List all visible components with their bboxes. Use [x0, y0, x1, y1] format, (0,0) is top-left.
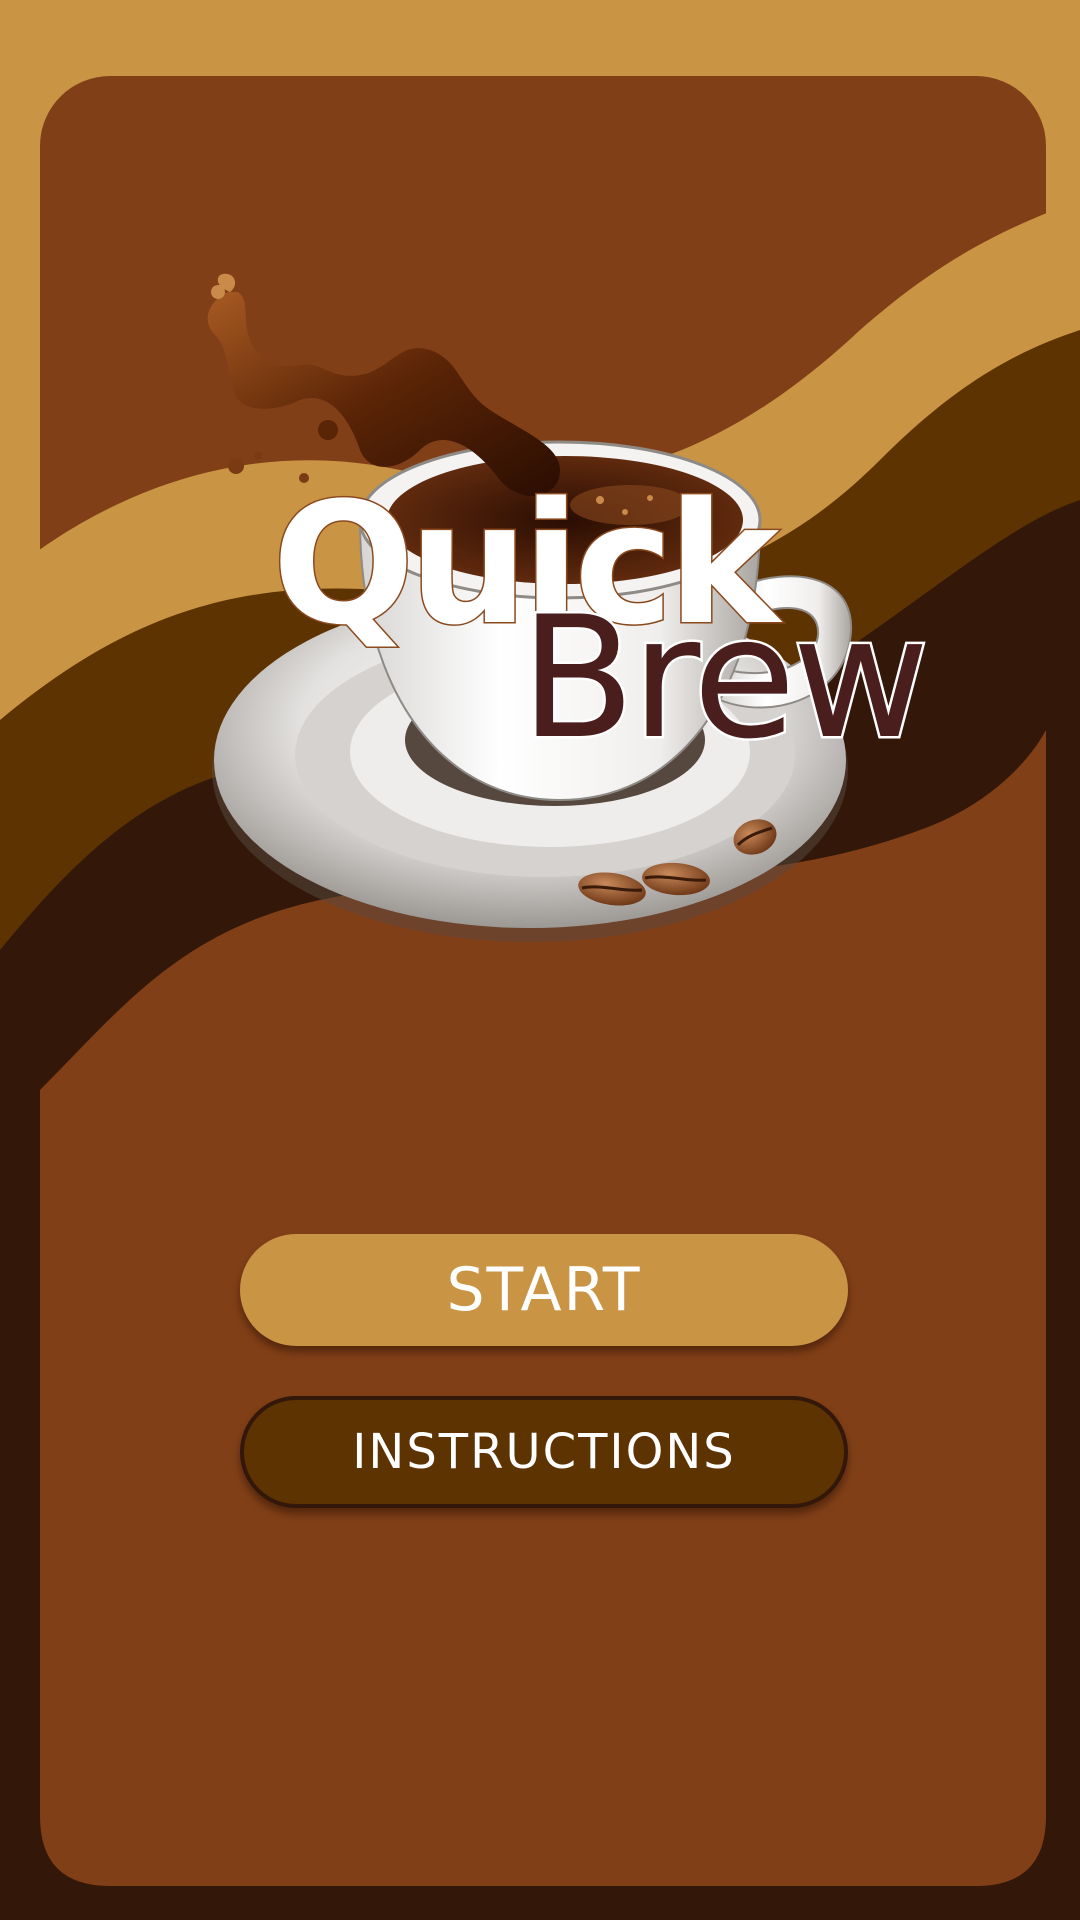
instructions-button-label: INSTRUCTIONS	[352, 1424, 736, 1480]
title-screen: Quick Brew START INSTRUCTIONS	[0, 0, 1080, 1920]
start-button[interactable]: START	[240, 1234, 848, 1346]
logo: Quick Brew	[207, 273, 932, 942]
instructions-button[interactable]: INSTRUCTIONS	[240, 1396, 848, 1508]
start-button-label: START	[446, 1255, 642, 1325]
title-brew: Brew	[520, 580, 925, 776]
